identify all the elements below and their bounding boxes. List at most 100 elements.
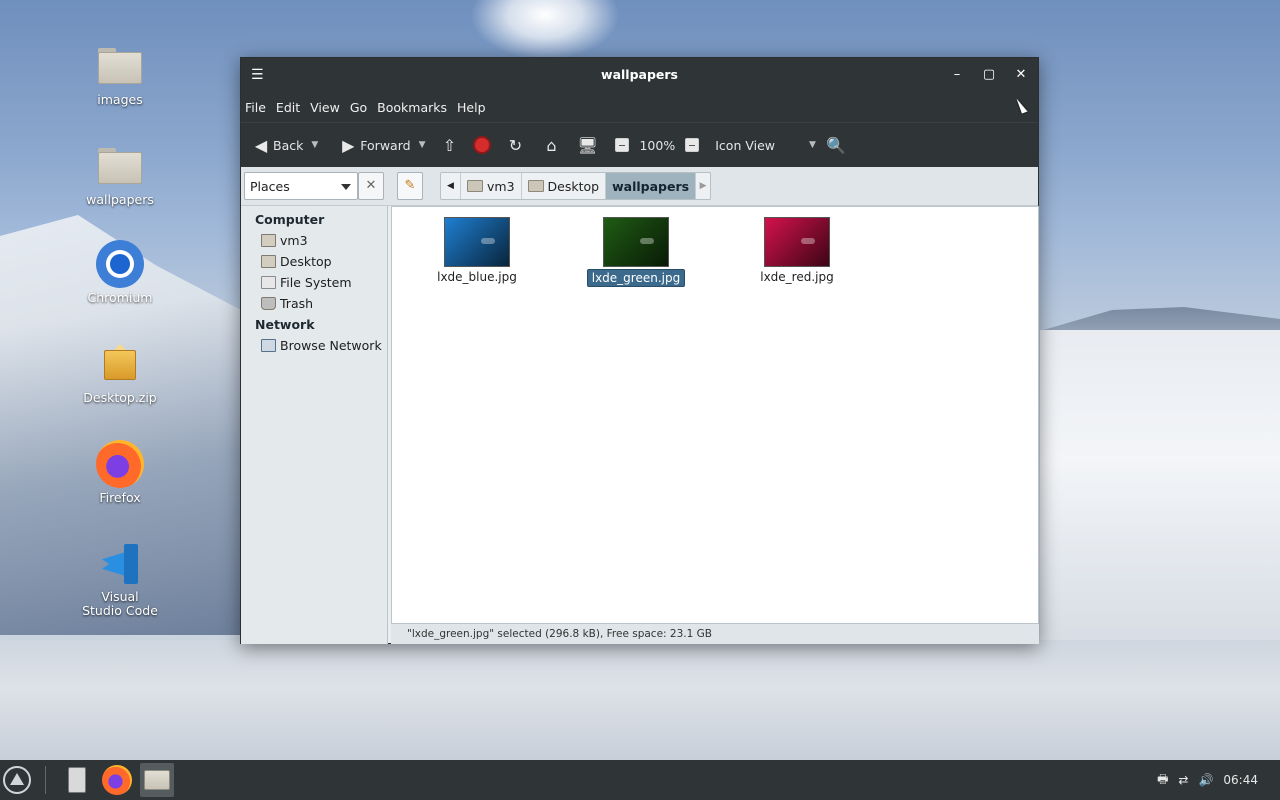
- forward-button[interactable]: ▶ Forward ▼: [336, 133, 425, 157]
- breadcrumb-scroll-right-button[interactable]: ▶: [696, 173, 710, 199]
- sidebar-item-label: File System: [280, 275, 352, 290]
- window-menu-icon[interactable]: ☰: [251, 66, 267, 84]
- wallpaper-snow-bottom: [0, 640, 1280, 760]
- chevron-down-icon: [341, 184, 351, 190]
- view-mode-label: Icon View: [715, 137, 775, 153]
- breadcrumb-scroll-left-button[interactable]: ◀: [441, 173, 461, 199]
- desktop-icon-label: wallpapers: [86, 192, 154, 207]
- wallpaper-sun: [470, 0, 620, 60]
- breadcrumb-label: vm3: [487, 178, 515, 194]
- chevron-down-icon[interactable]: ▼: [311, 140, 318, 150]
- search-button[interactable]: 🔍: [824, 133, 848, 157]
- desktop-icon-chromium[interactable]: Chromium: [70, 240, 170, 305]
- zoom-out-button[interactable]: [615, 138, 630, 152]
- title-bar[interactable]: ☰ wallpapers – ▢ ✕: [241, 58, 1038, 92]
- taskbar-firefox-launcher[interactable]: [100, 763, 134, 797]
- minimize-button[interactable]: –: [949, 67, 965, 83]
- close-sidepane-button[interactable]: ✕: [358, 172, 384, 200]
- file-item-lxde-green[interactable]: lxde_green.jpg: [581, 217, 691, 287]
- desktop-icon-firefox[interactable]: Firefox: [70, 440, 170, 505]
- sidebar-heading-network: Network: [255, 317, 315, 332]
- folder-icon: [527, 180, 544, 192]
- window-title: wallpapers: [601, 67, 678, 82]
- desktop-icon-images[interactable]: images: [70, 42, 170, 107]
- desktop-icon-vscode[interactable]: Visual Studio Code: [70, 540, 170, 618]
- menu-bar: File Edit View Go Bookmarks Help: [241, 92, 1038, 122]
- breadcrumb-vm3[interactable]: vm3: [461, 173, 522, 199]
- menu-help[interactable]: Help: [457, 100, 486, 115]
- menu-go[interactable]: Go: [350, 100, 367, 115]
- zoom-out-icon: [615, 138, 630, 152]
- taskbar-separator: [45, 766, 46, 794]
- sidebar-item-label: Desktop: [280, 254, 332, 269]
- edit-path-button[interactable]: ✎: [397, 172, 423, 200]
- desktop-icon-desktop-zip[interactable]: Desktop.zip: [70, 340, 170, 405]
- breadcrumb-wallpapers[interactable]: wallpapers: [606, 173, 697, 199]
- sidebar-item-desktop[interactable]: Desktop: [241, 251, 387, 272]
- firefox-icon: [102, 765, 132, 795]
- folder-icon: [261, 255, 276, 268]
- menu-file[interactable]: File: [245, 100, 266, 115]
- breadcrumb-desktop[interactable]: Desktop: [522, 173, 607, 199]
- file-item-lxde-blue[interactable]: lxde_blue.jpg: [422, 217, 532, 285]
- system-tray: 🖶 ⇄ 🔊 06:44: [1157, 760, 1280, 800]
- file-name: lxde_red.jpg: [760, 270, 834, 284]
- arrow-up-icon: ⇧: [442, 135, 457, 155]
- view-mode-dropdown[interactable]: Icon View ▼: [715, 138, 816, 153]
- menu-view[interactable]: View: [310, 100, 340, 115]
- clock[interactable]: 06:44: [1223, 773, 1258, 787]
- printer-icon[interactable]: 🖶: [1157, 770, 1168, 791]
- chevron-down-icon[interactable]: ▼: [419, 140, 426, 150]
- zoom-level: 100%: [639, 137, 676, 153]
- file-manager-window: ☰ wallpapers – ▢ ✕ File Edit View Go Boo…: [240, 57, 1039, 644]
- zoom-in-icon: [685, 138, 700, 152]
- trash-icon: [261, 297, 276, 310]
- reload-button[interactable]: ↻: [503, 133, 527, 157]
- desktop-icon-label: Firefox: [99, 490, 141, 505]
- start-menu-button[interactable]: [3, 766, 31, 794]
- reload-icon: ↻: [508, 135, 523, 155]
- sidepane-mode-value: Places: [250, 178, 290, 194]
- breadcrumb-label: wallpapers: [612, 178, 690, 194]
- taskbar-file-manager-launcher[interactable]: [60, 763, 94, 797]
- file-item-lxde-red[interactable]: lxde_red.jpg: [742, 217, 852, 285]
- menu-edit[interactable]: Edit: [276, 100, 300, 115]
- home-button[interactable]: ⌂: [539, 133, 563, 157]
- menu-bookmarks[interactable]: Bookmarks: [377, 100, 447, 115]
- close-button[interactable]: ✕: [1013, 67, 1029, 83]
- home-folder-icon: [261, 234, 276, 247]
- sidepane-mode-select[interactable]: Places: [244, 172, 358, 200]
- image-thumbnail: [603, 217, 669, 267]
- taskbar-window-wallpapers[interactable]: [140, 763, 174, 797]
- folder-icon: [144, 770, 170, 790]
- toolbar: ◀ Back ▼ ▶ Forward ▼ ⇧ ↻ ⌂ 🖥 100% Icon V…: [241, 122, 1038, 167]
- arrow-left-icon: ◀: [254, 135, 268, 155]
- desktop-icon-wallpapers[interactable]: wallpapers: [70, 142, 170, 207]
- sidebar-item-vm3[interactable]: vm3: [241, 230, 387, 251]
- network-icon: [261, 339, 276, 352]
- back-button[interactable]: ◀ Back ▼: [249, 133, 318, 157]
- computer-icon: 🖥: [577, 135, 598, 155]
- drive-icon: [261, 276, 276, 289]
- sidebar-item-trash[interactable]: Trash: [241, 293, 387, 314]
- firefox-icon: [96, 440, 144, 488]
- chevron-down-icon: ▼: [809, 140, 816, 150]
- file-view[interactable]: lxde_blue.jpg lxde_green.jpg lxde_red.jp…: [391, 206, 1039, 624]
- volume-icon[interactable]: 🔊: [1198, 773, 1213, 787]
- zoom-in-button[interactable]: [685, 138, 700, 152]
- maximize-button[interactable]: ▢: [981, 67, 997, 83]
- computer-button[interactable]: 🖥: [575, 133, 599, 157]
- image-thumbnail: [444, 217, 510, 267]
- folder-icon: [96, 42, 144, 90]
- stop-button[interactable]: [473, 136, 492, 154]
- file-name: lxde_blue.jpg: [437, 270, 517, 284]
- network-status-icon[interactable]: ⇄: [1178, 773, 1188, 787]
- location-bar: Places ✕ ✎ ◀ vm3 Desktop wallpapers ▶: [241, 167, 1038, 206]
- desktop-icon-label: Visual Studio Code: [82, 589, 158, 618]
- desktop-icon-label: Chromium: [87, 290, 153, 305]
- up-button[interactable]: ⇧: [437, 133, 461, 157]
- taskbar: 🖶 ⇄ 🔊 06:44: [0, 760, 1280, 800]
- sidebar-item-file-system[interactable]: File System: [241, 272, 387, 293]
- back-label: Back: [273, 137, 304, 153]
- sidebar-item-browse-network[interactable]: Browse Network: [241, 335, 387, 356]
